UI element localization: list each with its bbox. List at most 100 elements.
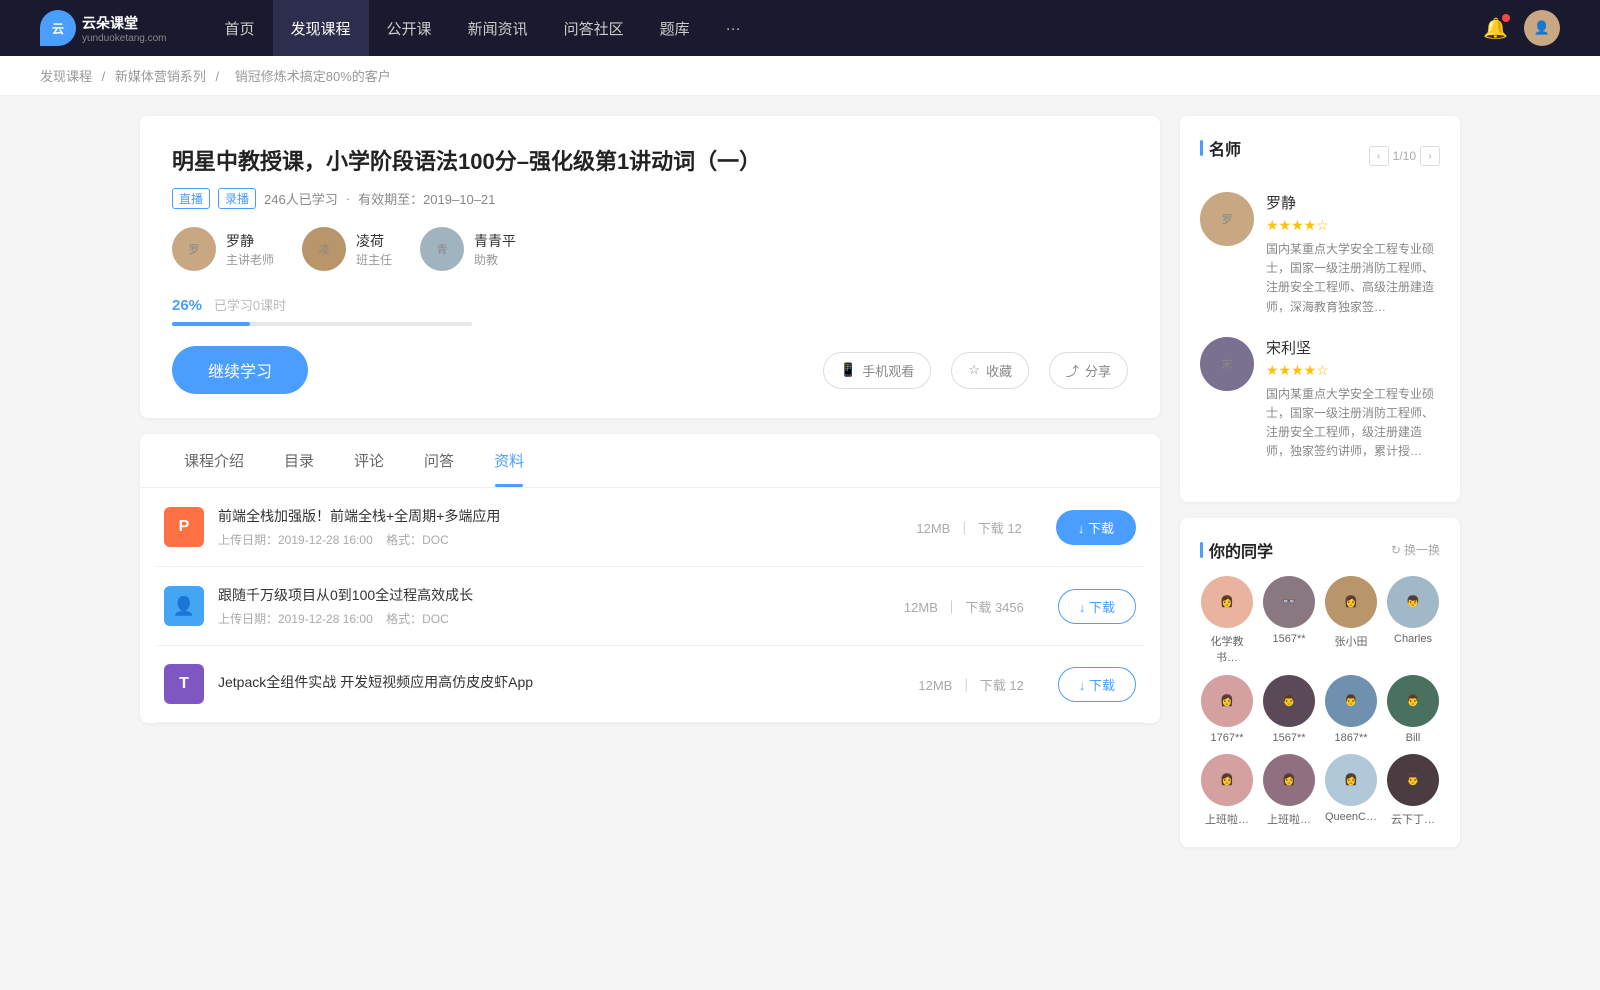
- resource-item-1: 👤 跟随千万级项目从0到100全过程高效成长 上传日期：2019-12-28 1…: [156, 567, 1144, 646]
- content-left: 明星中教授课，小学阶段语法100分–强化级第1讲动词（一） 直播 录播 246人…: [140, 116, 1160, 863]
- resource-title-1: 跟随千万级项目从0到100全过程高效成长: [218, 585, 890, 605]
- sidebar-teacher-stars-0: ★★★★☆: [1266, 217, 1440, 234]
- mobile-watch-button[interactable]: 📱 手机观看: [823, 352, 931, 389]
- breadcrumb-series[interactable]: 新媒体营销系列: [115, 69, 206, 84]
- teacher-role-1: 班主任: [356, 251, 392, 268]
- logo-icon: 云: [40, 10, 76, 46]
- classmate-9[interactable]: 👩 上班啦…: [1262, 754, 1316, 827]
- resource-meta-0: 上传日期：2019-12-28 16:00 格式：DOC: [218, 531, 902, 548]
- nav-item-quiz[interactable]: 题库: [642, 0, 708, 56]
- progress-sub: 已学习0课时: [214, 298, 286, 313]
- notification-bell[interactable]: 🔔: [1483, 16, 1508, 41]
- continue-learning-button[interactable]: 继续学习: [172, 346, 308, 394]
- resource-item-0: P 前端全栈加强版！前端全栈+全周期+多端应用 上传日期：2019-12-28 …: [156, 488, 1144, 567]
- teacher-name-0: 罗静: [226, 231, 274, 251]
- tabs-card: 课程介绍 目录 评论 问答 资料 P 前端全栈加强版！前端全栈+全周期+多端应用…: [140, 434, 1160, 723]
- teachers-sidebar-card: 名师 ‹ 1/10 › 罗 罗静 ★★★★☆ 国内某重点大学安全工程专业硕士，国…: [1180, 116, 1460, 502]
- share-icon: ⤴: [1066, 361, 1079, 380]
- teacher-info-2: 青青平 助教: [474, 231, 516, 268]
- progress-section: 26% 已学习0课时: [172, 295, 1128, 326]
- resource-meta-1: 上传日期：2019-12-28 16:00 格式：DOC: [218, 610, 890, 627]
- star-icon: ☆: [968, 362, 980, 378]
- resource-list: P 前端全栈加强版！前端全栈+全周期+多端应用 上传日期：2019-12-28 …: [140, 488, 1160, 723]
- valid-until: 有效期至：2019–10–21: [358, 189, 495, 208]
- teacher-name-2: 青青平: [474, 231, 516, 251]
- classmate-name-11: 云下丁…: [1391, 811, 1435, 827]
- classmate-4[interactable]: 👩 1767**: [1200, 675, 1254, 744]
- breadcrumb-discover[interactable]: 发现课程: [40, 69, 92, 84]
- badge-record: 录播: [218, 188, 256, 209]
- teachers-prev-button[interactable]: ‹: [1369, 146, 1389, 166]
- collect-button[interactable]: ☆ 收藏: [951, 352, 1029, 389]
- sidebar-teacher-info-1: 宋利坚 ★★★★☆ 国内某重点大学安全工程专业硕士，国家一级注册消防工程师、注册…: [1266, 337, 1440, 462]
- classmate-10[interactable]: 👩 QueenC…: [1324, 754, 1378, 827]
- classmate-3[interactable]: 👦 Charles: [1386, 576, 1440, 665]
- classmate-name-10: QueenC…: [1325, 811, 1377, 823]
- nav-item-more[interactable]: ···: [708, 0, 759, 56]
- classmate-avatar-11: 👨: [1387, 754, 1439, 806]
- sidebar-teacher-stars-1: ★★★★☆: [1266, 362, 1440, 379]
- progress-bar-fill: [172, 322, 250, 326]
- switch-label: 换一换: [1404, 541, 1440, 558]
- classmate-avatar-6: 👨: [1325, 675, 1377, 727]
- nav-item-discover[interactable]: 发现课程: [273, 0, 369, 56]
- nav-item-home[interactable]: 首页: [207, 0, 273, 56]
- course-card: 明星中教授课，小学阶段语法100分–强化级第1讲动词（一） 直播 录播 246人…: [140, 116, 1160, 418]
- resource-info-2: Jetpack全组件实战 开发短视频应用高仿皮皮虾App: [218, 672, 904, 697]
- classmate-avatar-0: 👩: [1201, 576, 1253, 628]
- download-button-1[interactable]: ↓ 下载: [1058, 589, 1136, 624]
- switch-classmates-button[interactable]: ↻ 换一换: [1391, 541, 1440, 558]
- tab-intro[interactable]: 课程介绍: [164, 434, 264, 487]
- share-button[interactable]: ⤴ 分享: [1049, 352, 1128, 389]
- nav-item-open[interactable]: 公开课: [369, 0, 450, 56]
- download-button-2[interactable]: ↓ 下载: [1058, 667, 1136, 702]
- classmate-8[interactable]: 👩 上班啦…: [1200, 754, 1254, 827]
- mobile-label: 手机观看: [862, 361, 914, 380]
- classmate-avatar-9: 👩: [1263, 754, 1315, 806]
- teachers-next-button[interactable]: ›: [1420, 146, 1440, 166]
- classmate-avatar-8: 👩: [1201, 754, 1253, 806]
- resource-title-0: 前端全栈加强版！前端全栈+全周期+多端应用: [218, 506, 902, 526]
- teacher-avatar-0: 罗: [172, 227, 216, 271]
- teacher-avatar-1: 凌: [302, 227, 346, 271]
- teacher-role-0: 主讲老师: [226, 251, 274, 268]
- teacher-info-1: 凌荷 班主任: [356, 231, 392, 268]
- classmate-2[interactable]: 👩 张小田: [1324, 576, 1378, 665]
- teachers-list: 罗 罗静 主讲老师 凌 凌荷 班主任 青 青青平: [172, 227, 1128, 271]
- resource-info-1: 跟随千万级项目从0到100全过程高效成长 上传日期：2019-12-28 16:…: [218, 585, 890, 627]
- mobile-icon: 📱: [840, 362, 856, 378]
- notification-dot: [1502, 14, 1510, 22]
- sidebar-teacher-desc-1: 国内某重点大学安全工程专业硕士，国家一级注册消防工程师、注册安全工程师，级注册建…: [1266, 385, 1440, 462]
- resource-stats-1: 12MB ｜ 下载 3456: [904, 597, 1024, 616]
- tab-qa[interactable]: 问答: [404, 434, 474, 487]
- resource-stats-2: 12MB ｜ 下载 12: [918, 675, 1023, 694]
- tab-resources[interactable]: 资料: [474, 434, 544, 487]
- nav-item-qa[interactable]: 问答社区: [546, 0, 642, 56]
- classmate-name-4: 1767**: [1210, 732, 1243, 744]
- classmate-1[interactable]: 👓 1567**: [1262, 576, 1316, 665]
- classmate-0[interactable]: 👩 化学教书…: [1200, 576, 1254, 665]
- tab-catalog[interactable]: 目录: [264, 434, 334, 487]
- nav-item-news[interactable]: 新闻资讯: [450, 0, 546, 56]
- classmate-7[interactable]: 👨 Bill: [1386, 675, 1440, 744]
- resource-icon-0: P: [164, 507, 204, 547]
- teacher-item-0: 罗 罗静 主讲老师: [172, 227, 274, 271]
- download-button-0[interactable]: ↓ 下载: [1056, 510, 1136, 545]
- action-buttons: 📱 手机观看 ☆ 收藏 ⤴ 分享: [823, 352, 1128, 389]
- teacher-name-1: 凌荷: [356, 231, 392, 251]
- classmate-6[interactable]: 👨 1867**: [1324, 675, 1378, 744]
- teacher-item-1: 凌 凌荷 班主任: [302, 227, 392, 271]
- classmate-avatar-5: 👨: [1263, 675, 1315, 727]
- tab-review[interactable]: 评论: [334, 434, 404, 487]
- classmate-11[interactable]: 👨 云下丁…: [1386, 754, 1440, 827]
- logo-text-block: 云朵课堂 yunduoketang.com: [82, 13, 167, 44]
- progress-percent: 26%: [172, 297, 202, 314]
- classmate-name-8: 上班啦…: [1205, 811, 1249, 827]
- classmate-name-6: 1867**: [1334, 732, 1367, 744]
- classmate-5[interactable]: 👨 1567**: [1262, 675, 1316, 744]
- sidebar-teacher-name-1: 宋利坚: [1266, 337, 1440, 358]
- sidebar-teacher-avatar-0: 罗: [1200, 192, 1254, 246]
- user-avatar[interactable]: 👤: [1524, 10, 1560, 46]
- logo[interactable]: 云 云朵课堂 yunduoketang.com: [40, 10, 167, 46]
- classmates-title: 你的同学: [1200, 538, 1273, 562]
